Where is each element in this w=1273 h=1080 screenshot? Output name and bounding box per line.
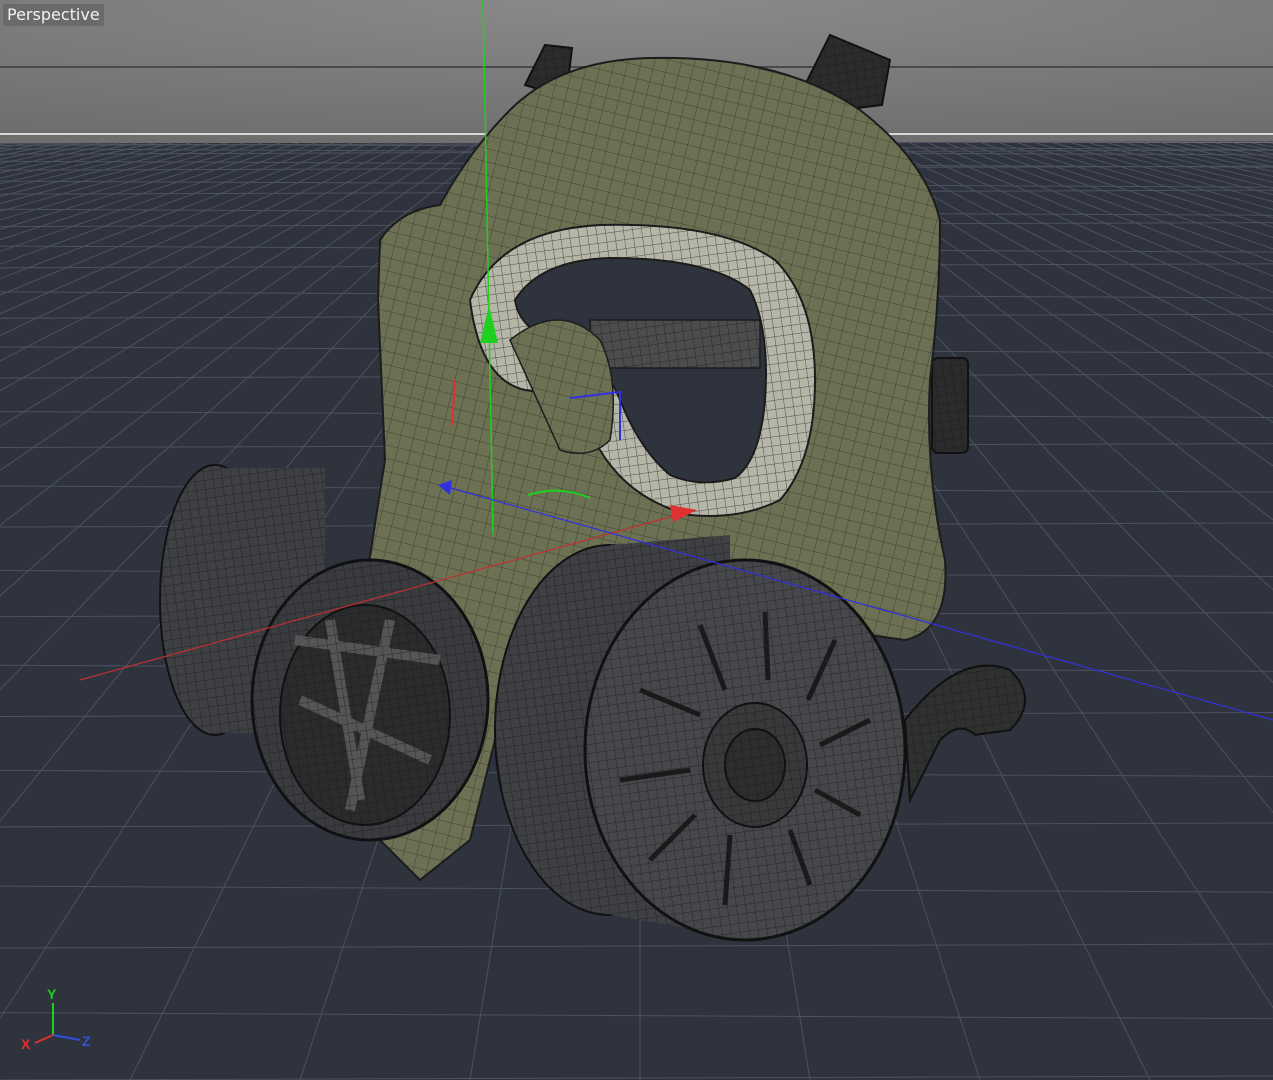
orient-x-label: X — [21, 1036, 31, 1052]
orient-z-label: Z — [82, 1033, 91, 1049]
perspective-viewport[interactable]: Perspective Y X Z — [0, 0, 1273, 1080]
orient-y-label: Y — [47, 986, 57, 1002]
strap-buckle-side — [931, 357, 969, 454]
viewport-canvas[interactable] — [0, 0, 1273, 1080]
viewport-label[interactable]: Perspective — [3, 4, 104, 26]
